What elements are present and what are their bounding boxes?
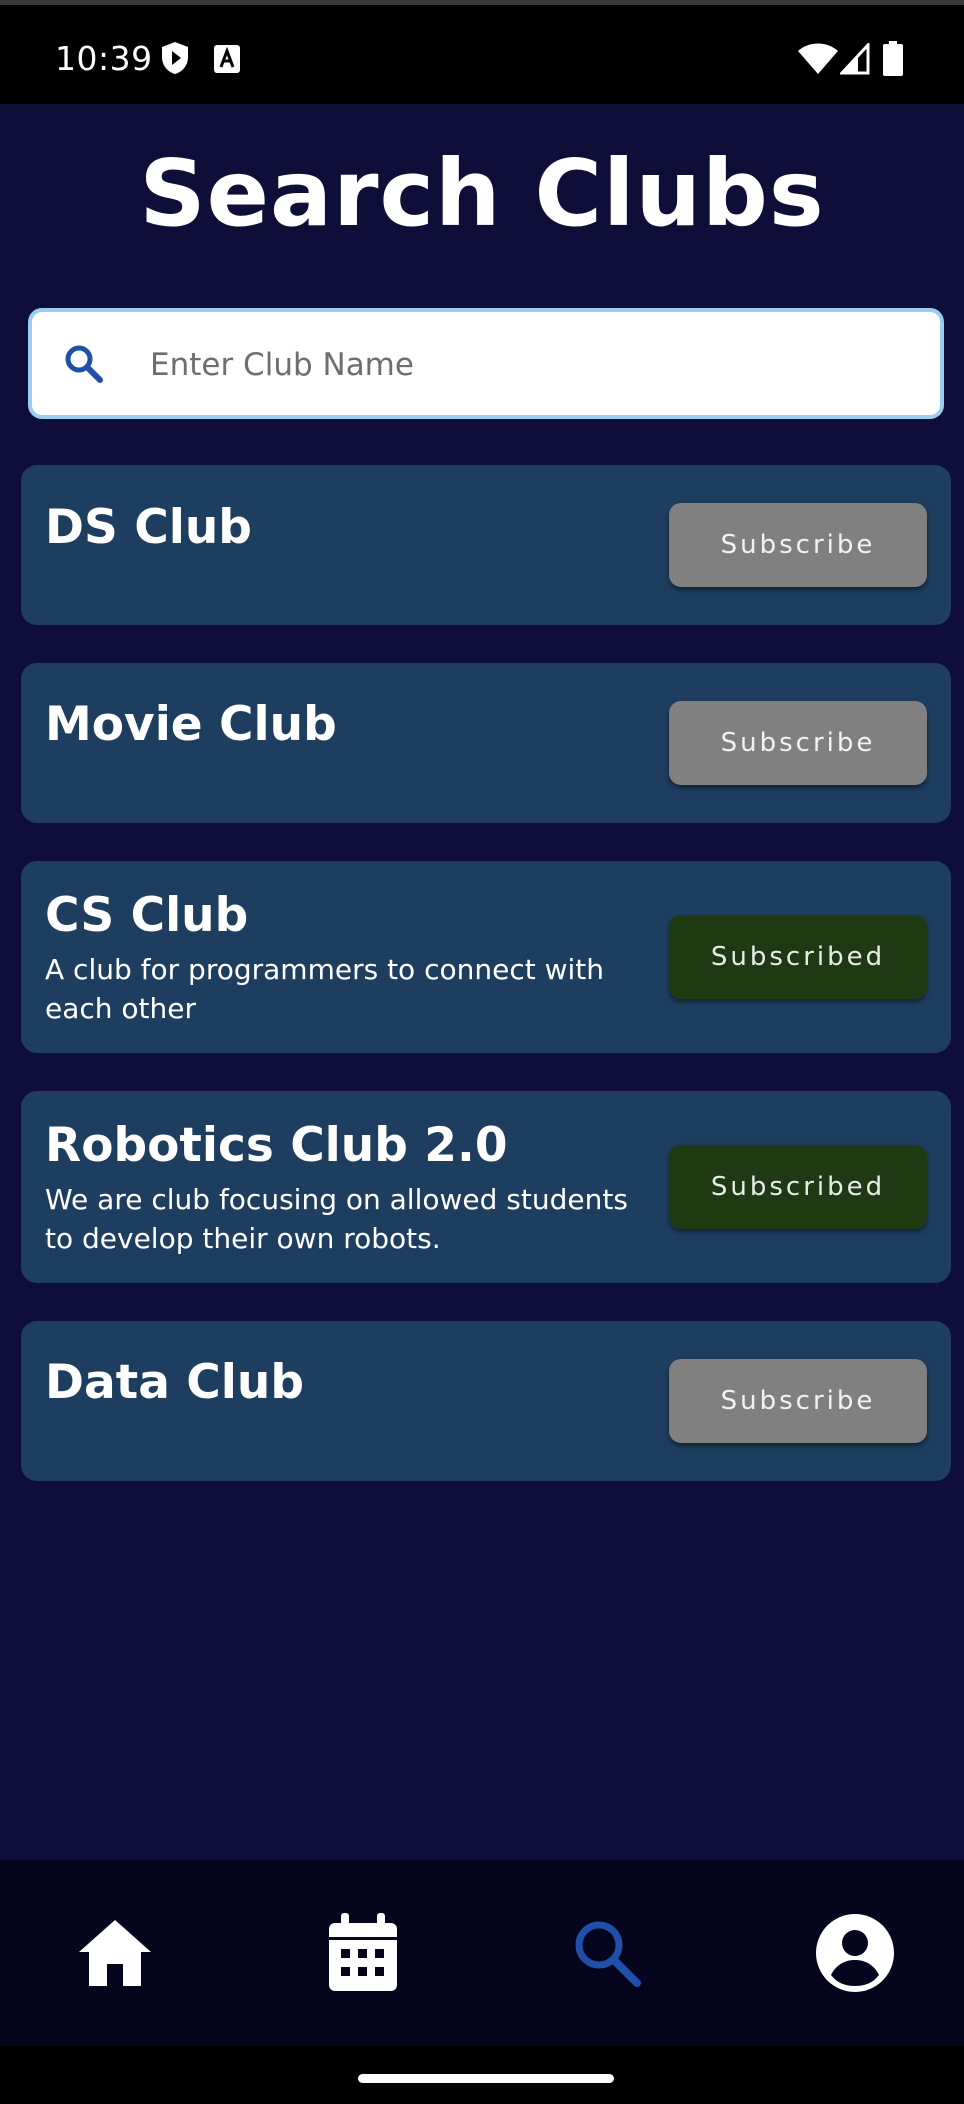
search-icon	[62, 342, 106, 390]
font-a-icon	[214, 45, 240, 77]
club-name: Robotics Club 2.0	[45, 1118, 508, 1173]
search-icon	[571, 1917, 643, 1993]
club-description: A club for programmers to connect with e…	[45, 953, 605, 1025]
nav-home[interactable]	[70, 1910, 160, 2000]
home-icon	[77, 1918, 153, 1992]
wifi-icon	[798, 43, 838, 79]
subscribed-button[interactable]: Subscribed	[669, 1145, 927, 1229]
account-icon	[815, 1913, 895, 1997]
subscribed-button[interactable]: Subscribed	[669, 915, 927, 999]
battery-icon	[882, 41, 904, 81]
search-bar[interactable]	[28, 308, 944, 419]
club-card: Movie Club Subscribe	[21, 663, 951, 823]
club-card: DS Club Subscribe	[21, 465, 951, 625]
bottom-nav	[0, 1860, 964, 2046]
nav-profile[interactable]	[810, 1910, 900, 2000]
calendar-icon	[327, 1913, 399, 1997]
status-bar: 10:39	[0, 0, 964, 104]
nav-search[interactable]	[562, 1910, 652, 2000]
app-screen: 10:39 Search Clubs Enter Club Name DS Cl…	[0, 0, 964, 2104]
subscribe-button[interactable]: Subscribe	[669, 1359, 927, 1443]
nav-calendar[interactable]	[318, 1910, 408, 2000]
shield-play-icon	[160, 41, 190, 79]
club-name: Movie Club	[45, 697, 337, 752]
club-name: Data Club	[45, 1355, 304, 1410]
club-card: Data Club Subscribe	[21, 1321, 951, 1481]
signal-icon	[838, 41, 870, 79]
gesture-handle[interactable]	[358, 2074, 614, 2083]
search-input[interactable]	[148, 334, 912, 396]
subscribe-button[interactable]: Subscribe	[669, 503, 927, 587]
page-title: Search Clubs	[139, 140, 825, 247]
club-name: CS Club	[45, 888, 249, 943]
club-card: CS Club A club for programmers to connec…	[21, 861, 951, 1053]
subscribe-button[interactable]: Subscribe	[669, 701, 927, 785]
club-description: We are club focusing on allowed students…	[45, 1183, 628, 1255]
status-time: 10:39	[55, 39, 153, 78]
club-name: DS Club	[45, 500, 252, 555]
club-card: Robotics Club 2.0 We are club focusing o…	[21, 1091, 951, 1283]
gesture-area	[0, 2046, 964, 2104]
